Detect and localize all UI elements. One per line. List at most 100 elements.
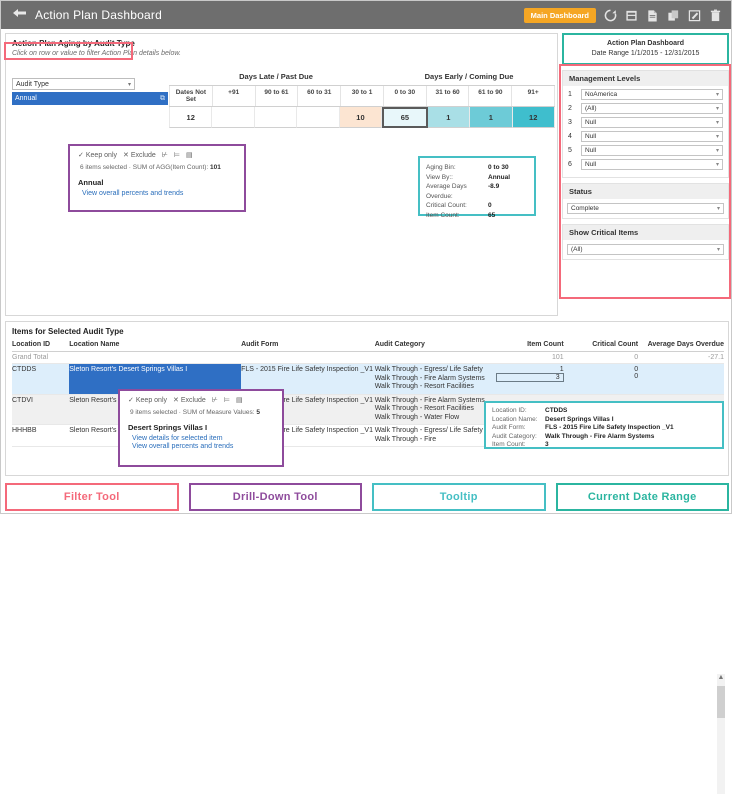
aging-cell-2[interactable] — [254, 107, 298, 128]
grand-total-avg-days: -27.1 — [708, 354, 724, 361]
management-level-number: 1 — [568, 91, 572, 98]
legend-item-2: Tooltip — [372, 483, 546, 511]
management-level-select-1[interactable]: NoAmerica ▾ — [581, 89, 723, 100]
view-data-icon[interactable]: ▤ — [186, 151, 193, 159]
management-level-select-2[interactable]: (All) ▾ — [581, 103, 723, 114]
tooltip-item-detail: Location ID: CTDDS Location Name: Desert Sp… — [484, 401, 724, 449]
tooltip-key: Aging Bin: — [426, 164, 456, 171]
cell-location-id: HHHBB — [12, 427, 37, 434]
close-icon: ✕ — [123, 152, 129, 159]
group-header-late: Days Late / Past Due — [239, 72, 313, 81]
cell-location-id: CTDVI — [12, 396, 33, 404]
pin-icon[interactable]: ⧉ — [160, 95, 165, 103]
keep-only-button[interactable]: ✓ Keep only — [128, 396, 167, 405]
main-dashboard-button[interactable]: Main Dashboard — [523, 7, 596, 23]
aging-column-header-8: 91+ — [512, 86, 556, 106]
items-column-header-1: Location Name — [69, 341, 120, 348]
management-level-select-4[interactable]: Null ▾ — [581, 131, 723, 142]
items-column-header-6: Average Days Overdue — [647, 341, 724, 348]
management-level-number: 4 — [568, 133, 572, 140]
management-levels-list: 1 NoAmerica ▾ 2 (All) ▾ 3 Null ▾ 4 Null ▾ 5 Null ▾ 6 Nul… — [563, 86, 728, 177]
document-icon[interactable] — [645, 8, 659, 23]
exclude-button[interactable]: ✕ Exclude — [173, 396, 206, 405]
aging-cell-5[interactable]: 65 — [382, 107, 428, 128]
tooltip-key: Average Days Overdue: — [426, 183, 467, 200]
group-header-early: Days Early / Coming Due — [424, 72, 514, 81]
management-level-select-6[interactable]: Null ▾ — [581, 159, 723, 170]
tooltip-value: Annual — [488, 173, 511, 181]
chevron-down-icon: ▾ — [715, 148, 719, 154]
edit-icon[interactable] — [687, 8, 701, 23]
aging-cell-7[interactable]: 1 — [470, 107, 513, 128]
sort-ascending-icon[interactable]: ⊬ — [212, 396, 218, 404]
date-range-value: Date Range 1/1/2015 - 12/31/2015 — [591, 50, 700, 57]
aging-cell-8[interactable]: 12 — [512, 107, 555, 128]
tooltip-row-4: Item Count: 65 — [426, 211, 528, 221]
filter-panel: Action Plan Dashboard Date Range 1/1/201… — [562, 33, 729, 316]
trash-icon[interactable] — [708, 8, 722, 23]
aging-cell-6[interactable]: 1 — [427, 107, 471, 128]
tooltip-value: 3 — [545, 441, 549, 449]
management-level-select-3[interactable]: Null ▾ — [581, 117, 723, 128]
cell-audit-category: Walk Through - Egress/ Life Safety Walk T… — [374, 366, 485, 390]
tooltip-row-3: Audit Category: Walk Through - Fire Alarm… — [492, 433, 716, 442]
management-level-select-5[interactable]: Null ▾ — [581, 145, 723, 156]
tooltip-key: Location ID: — [492, 407, 527, 414]
keep-only-label: Keep only — [85, 151, 118, 159]
tooltip-value: 0 to 30 — [488, 164, 509, 171]
critical-items-select[interactable]: (All) ▾ — [567, 244, 724, 255]
management-level-value: Null — [585, 133, 597, 140]
drill-down-toolbar-upper: ✓ Keep only ✕ Exclude ⊬ ⊨ ▤ — [70, 146, 244, 160]
scrollbar-thumb[interactable] — [717, 686, 725, 718]
tooltip-value: FLS - 2015 Fire Life Safety Inspection _… — [545, 424, 674, 432]
legend-bar: Filter Tool Drill-Down Tool Tooltip Current… — [5, 483, 729, 511]
tooltip-row-1: View By:: Annual — [426, 173, 528, 183]
status-select[interactable]: Complete ▾ — [567, 203, 724, 214]
chevron-down-icon: ▾ — [127, 81, 131, 88]
items-column-header-4: Item Count — [527, 341, 564, 348]
management-level-row-4: 4 Null ▾ — [568, 131, 723, 142]
check-icon: ✓ — [128, 397, 134, 404]
sort-descending-icon[interactable]: ⊨ — [174, 151, 180, 159]
management-level-row-6: 6 Null ▾ — [568, 159, 723, 170]
drill-down-meta-text: 6 items selected · SUM of AGG(Item Count… — [80, 164, 211, 171]
keep-only-button[interactable]: ✓ Keep only — [78, 151, 118, 160]
dashboard-app: Action Plan Dashboard Main Dashboard Act… — [0, 0, 732, 794]
critical-items-title: Show Critical Items — [563, 225, 728, 240]
cell-location-id: CTDDS — [12, 366, 37, 373]
tooltip-value: 65 — [488, 211, 496, 219]
aging-column-header-6: 31 to 60 — [426, 86, 470, 106]
aging-cell-1[interactable] — [212, 107, 255, 128]
drill-down-popup-upper: ✓ Keep only ✕ Exclude ⊬ ⊨ ▤ 6 items sele… — [68, 144, 246, 212]
drill-down-meta-text: 9 items selected · SUM of Measure Values… — [130, 409, 257, 416]
sort-descending-icon[interactable]: ⊨ — [224, 396, 230, 404]
aging-panel-title: Action Plan Aging by Audit Type — [12, 39, 135, 48]
aging-cell-4[interactable]: 10 — [339, 107, 383, 128]
sort-ascending-icon[interactable]: ⊬ — [162, 151, 168, 159]
save-icon[interactable] — [624, 8, 638, 23]
scroll-up-icon[interactable]: ▲ — [717, 674, 725, 681]
items-table-scrollbar[interactable]: ▲ — [717, 674, 725, 794]
tooltip-key: Audit Category: — [492, 432, 537, 440]
aging-cell-3[interactable] — [297, 107, 340, 128]
tooltip-aging: Aging Bin: 0 to 30View By:: Annual Average … — [418, 156, 536, 219]
tooltip-row-2: Audit Form: FLS - 2015 Fire Life Safety I… — [492, 424, 716, 433]
share-icon[interactable] — [666, 8, 680, 23]
view-data-icon[interactable]: ▤ — [236, 396, 243, 404]
audit-type-row-label: Annual — [15, 95, 37, 102]
back-arrow-icon[interactable] — [11, 7, 27, 23]
management-levels-group: Management Levels 1 NoAmerica ▾ 2 (All) ▾ 3 Nul… — [562, 70, 729, 178]
drill-down-link-details[interactable]: View details for selected item — [120, 432, 282, 442]
aging-panel-subtitle: Click on row or value to filter Action P… — [12, 50, 181, 57]
cell-audit-category: Walk Through - Egress/ Life Safety Walk T… — [374, 427, 483, 443]
aging-cell-0[interactable]: 12 — [169, 107, 213, 128]
audit-type-row-annual[interactable]: Annual ⧉ — [12, 92, 168, 105]
drill-down-link-trends-lower[interactable]: View overall percents and trends — [120, 442, 282, 450]
tooltip-row-2: Average Days Overdue: -8.9 — [426, 182, 528, 201]
drill-down-link-trends[interactable]: View overall percents and trends — [70, 187, 244, 197]
app-header: Action Plan Dashboard Main Dashboard — [1, 1, 731, 29]
refresh-icon[interactable] — [603, 8, 617, 23]
audit-type-filter[interactable]: Audit Type ▾ — [12, 78, 135, 90]
exclude-button[interactable]: ✕ Exclude — [123, 151, 156, 160]
page-title: Action Plan Dashboard — [35, 8, 162, 22]
